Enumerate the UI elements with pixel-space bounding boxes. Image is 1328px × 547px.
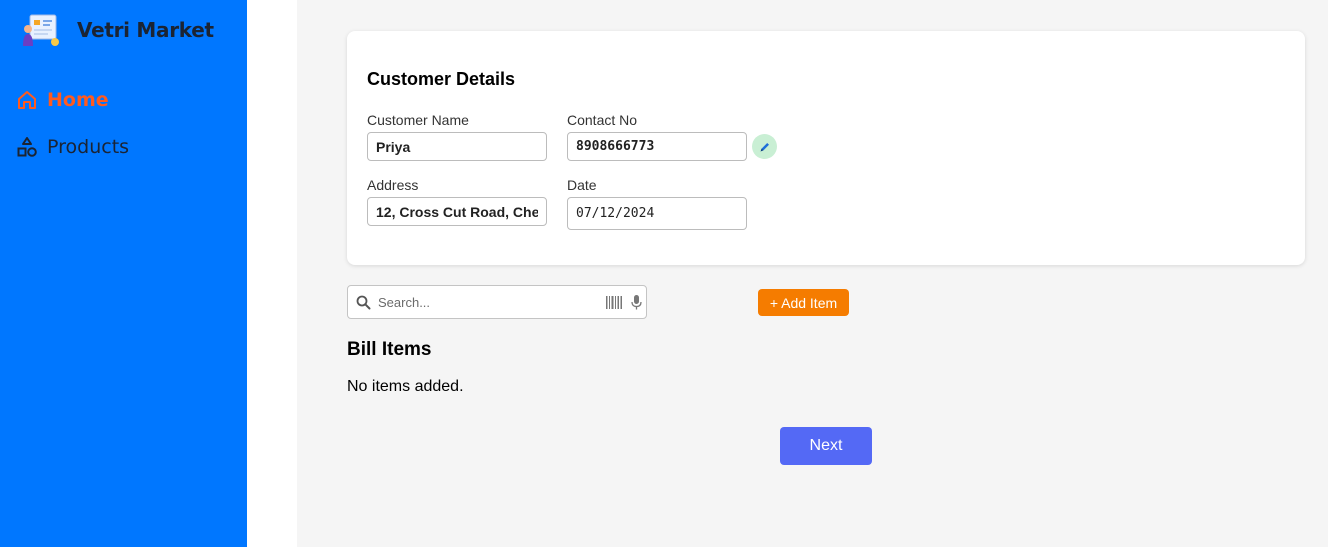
nav-label-products: Products [47,136,130,158]
bill-items-title: Bill Items [347,339,432,360]
item-search-box[interactable] [347,285,647,319]
edit-contact-button[interactable] [752,134,777,159]
customer-details-card: Customer Details Customer Name Contact N… [347,31,1305,265]
nav-item-products[interactable]: Products [16,136,129,158]
sidebar: Vetri Market Home Products [0,0,247,547]
bill-items-empty-text: No items added. [347,378,464,395]
gutter [247,0,297,547]
contact-no-label: Contact No [567,112,638,128]
customer-name-input[interactable] [367,132,547,161]
customer-details-title: Customer Details [367,69,516,89]
brand-name: Vetri Market [77,18,214,42]
market-logo-icon [23,14,59,46]
mic-icon[interactable] [631,295,642,310]
add-item-button[interactable]: + Add Item [758,289,849,316]
brand[interactable]: Vetri Market [20,12,214,48]
barcode-icon[interactable] [606,296,622,309]
home-icon [18,91,36,109]
nav-item-home[interactable]: Home [16,89,109,111]
customer-name-label: Customer Name [367,112,469,128]
address-label: Address [367,177,419,193]
nav-label-home: Home [47,89,109,111]
date-input[interactable] [567,197,747,230]
search-icon [356,295,371,310]
date-label: Date [567,177,597,193]
main-content: Customer Details Customer Name Contact N… [297,0,1328,547]
shapes-icon [17,137,37,157]
next-button[interactable]: Next [780,427,872,465]
pencil-icon [760,142,769,151]
address-input[interactable] [367,197,547,226]
search-input[interactable] [378,291,598,313]
contact-no-input[interactable] [567,132,747,161]
